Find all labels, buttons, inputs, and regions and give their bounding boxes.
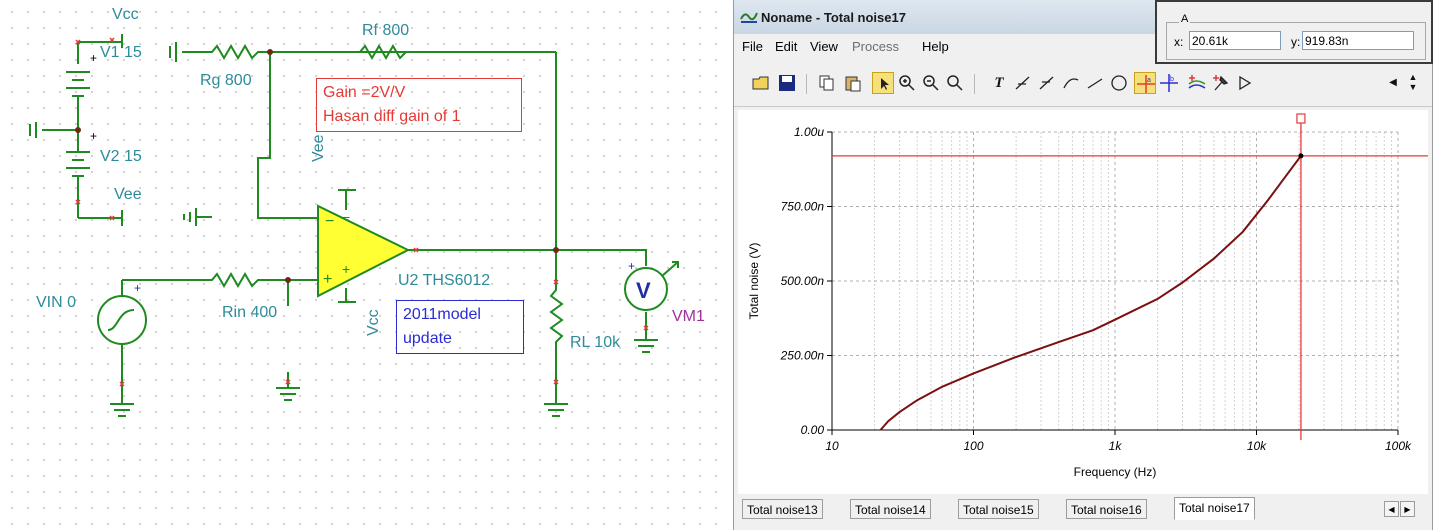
tab-total-noise16[interactable]: Total noise16 (1066, 499, 1147, 519)
cursor-b-icon[interactable]: b (1158, 72, 1180, 94)
zoom-out-icon[interactable] (920, 72, 942, 94)
tab-total-noise13[interactable]: Total noise13 (742, 499, 823, 519)
circle-icon[interactable] (1108, 72, 1130, 94)
note-model[interactable]: 2011model update (396, 300, 524, 354)
svg-text:+: + (323, 271, 332, 288)
cursor-alt-icon[interactable] (1036, 72, 1058, 94)
svg-text:+: + (134, 281, 141, 295)
ground-mid (29, 122, 78, 138)
svg-text:a: a (1147, 77, 1151, 84)
pin-icon[interactable] (1210, 72, 1232, 94)
x-axis-label: Frequency (Hz) (1074, 465, 1157, 479)
cursor-icon[interactable] (1012, 72, 1034, 94)
cursor-point (1298, 153, 1304, 159)
curve-icon[interactable] (1060, 72, 1082, 94)
label-v2[interactable]: V2 15 (100, 148, 142, 166)
window-title: Noname - Total noise17 (761, 10, 906, 25)
note-model-line1: 2011model (403, 306, 481, 323)
x-tick-label: 100k (1385, 439, 1412, 453)
zoom-100-icon[interactable] (944, 72, 966, 94)
y-tick-label: 0.00 (801, 423, 825, 437)
svg-text:−: − (325, 213, 334, 230)
label-vcc-opamp: Vcc (365, 309, 382, 336)
toolbar: T a b ◀ ▲ ▼ (734, 66, 1432, 107)
schematic-canvas[interactable]: − + − + V + + + + Vcc V1 15 V2 15 Vee Rg… (0, 0, 730, 530)
y-tick-label: 250.00n (780, 349, 825, 363)
flag-icon[interactable] (1234, 72, 1256, 94)
battery-v1 (66, 71, 90, 97)
x-tick-label: 10k (1247, 439, 1267, 453)
svg-text:V: V (636, 278, 651, 303)
note-model-line2: update (403, 330, 452, 347)
y-axis-label: Total noise (V) (747, 243, 761, 320)
text-tool-icon[interactable]: T (988, 72, 1010, 94)
pointer-icon[interactable] (872, 72, 894, 94)
line-icon[interactable] (1084, 72, 1106, 94)
tab-total-noise14[interactable]: Total noise14 (850, 499, 931, 519)
cursor-readout-panel: A x: 20.61k y: 919.83n (1155, 0, 1433, 64)
wire-output (408, 249, 647, 266)
svg-text:−: − (342, 209, 350, 225)
menu-file[interactable]: File (742, 39, 763, 54)
y-tick-label: 750.00n (781, 200, 825, 214)
add-marker-icon[interactable] (1186, 72, 1208, 94)
tab-total-noise17[interactable]: Total noise17 (1174, 497, 1255, 520)
label-opamp[interactable]: U2 THS6012 (398, 272, 490, 290)
menu-view[interactable]: View (810, 39, 838, 54)
label-rg[interactable]: Rg 800 (200, 72, 252, 90)
menu-process[interactable]: Process (852, 39, 899, 54)
label-vin[interactable]: VIN 0 (36, 294, 76, 312)
tab-strip: Total noise13 Total noise14 Total noise1… (734, 496, 1432, 530)
label-vee-left: Vee (114, 186, 142, 203)
y-tick-label: 500.00n (781, 274, 825, 288)
spinner-icon[interactable]: ▲ ▼ (1402, 72, 1424, 94)
label-rl[interactable]: RL 10k (570, 334, 620, 352)
cursor-y-label: y: (1291, 35, 1301, 49)
note-gain[interactable]: Gain =2V/V Hasan diff gain of 1 (316, 78, 522, 132)
svg-text:+: + (90, 129, 97, 143)
label-vm1[interactable]: VM1 (672, 308, 705, 326)
chevron-left-icon[interactable]: ◀ (1382, 72, 1404, 94)
y-tick-label: 1.00u (794, 125, 824, 139)
paste-icon[interactable] (842, 72, 864, 94)
label-vee-opamp: Vee (310, 134, 327, 162)
tab-scroll-right-icon[interactable]: ▶ (1400, 501, 1415, 517)
label-rf[interactable]: Rf 800 (362, 22, 409, 40)
svg-text:+: + (342, 261, 350, 277)
menu-help[interactable]: Help (922, 39, 949, 54)
tab-total-noise15[interactable]: Total noise15 (958, 499, 1039, 519)
cursor-handle (1296, 113, 1306, 124)
vin-source (97, 295, 147, 345)
x-tick-label: 100 (963, 439, 983, 453)
svg-text:+: + (90, 51, 97, 65)
svg-text:b: b (1170, 76, 1174, 83)
label-v1[interactable]: V1 15 (100, 44, 142, 62)
plot-area[interactable]: 0.00 250.00n 500.00n 750.00n 1.00u 10 100 1k 10k… (738, 110, 1428, 494)
note-gain-line1: Gain =2V/V (323, 84, 406, 101)
cursor-x-value[interactable]: 20.61k (1189, 31, 1281, 50)
cursor-a-icon[interactable]: a (1134, 72, 1156, 94)
save-icon[interactable] (776, 72, 798, 94)
wire-feedback (257, 52, 318, 219)
label-rin[interactable]: Rin 400 (222, 304, 277, 322)
cursor-x-label: x: (1174, 35, 1184, 49)
analysis-window: Noname - Total noise17 File Edit View Pr… (733, 0, 1433, 530)
copy-icon[interactable] (816, 72, 838, 94)
open-folder-icon[interactable] (750, 72, 772, 94)
app-icon (740, 12, 758, 23)
cursor-group-label: A (1179, 13, 1191, 25)
label-vcc-top: Vcc (112, 6, 139, 23)
cursor-y-value[interactable]: 919.83n (1302, 31, 1414, 50)
menu-edit[interactable]: Edit (775, 39, 797, 54)
x-tick-label: 1k (1109, 439, 1123, 453)
svg-text:+: + (628, 259, 635, 273)
battery-v2 (66, 130, 123, 226)
noise-curve (879, 155, 1302, 431)
x-tick-label: 10 (825, 439, 839, 453)
noise-chart[interactable]: 0.00 250.00n 500.00n 750.00n 1.00u 10 100 1k 10k… (738, 110, 1428, 494)
zoom-in-icon[interactable] (896, 72, 918, 94)
tab-scroll-left-icon[interactable]: ◀ (1384, 501, 1399, 517)
note-gain-line2: Hasan diff gain of 1 (323, 108, 461, 125)
